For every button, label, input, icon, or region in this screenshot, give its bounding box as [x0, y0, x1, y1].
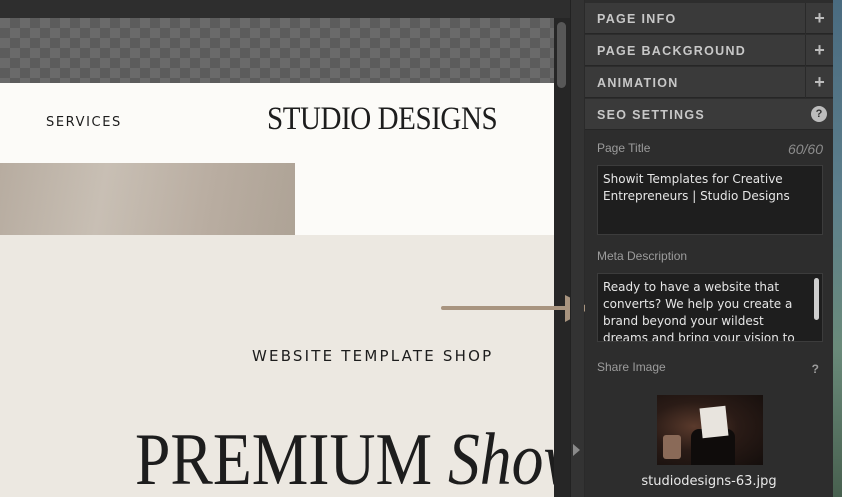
- section-page-info[interactable]: PAGE INFO +: [585, 3, 833, 34]
- share-image-thumbnail[interactable]: [657, 395, 763, 465]
- headline-italic: Show: [447, 419, 554, 497]
- section-page-background[interactable]: PAGE BACKGROUND +: [585, 35, 833, 66]
- transparent-area: [0, 18, 554, 83]
- meta-description-label: Meta Description: [597, 249, 688, 263]
- section-seo-settings[interactable]: SEO SETTINGS ?: [585, 99, 833, 130]
- arrow-annotation-icon: [441, 295, 591, 322]
- expand-plus-icon[interactable]: +: [805, 35, 833, 66]
- site-header[interactable]: SERVICES STUDIO DESIGNS: [0, 83, 554, 163]
- thumb-notebook: [699, 405, 729, 439]
- section-label: SEO SETTINGS: [597, 108, 705, 122]
- collapse-panel-icon[interactable]: [573, 444, 580, 456]
- hero-blank-area: [295, 163, 554, 235]
- thumb-mug: [663, 435, 681, 459]
- section-animation[interactable]: ANIMATION +: [585, 67, 833, 98]
- canvas-preview[interactable]: SERVICES STUDIO DESIGNS WEBSITE TEMPLATE…: [0, 0, 570, 497]
- hero-image[interactable]: [0, 163, 295, 235]
- canvas-scrollbar-thumb[interactable]: [557, 22, 566, 88]
- hero-section[interactable]: WEBSITE TEMPLATE SHOP PREMIUM Show: [0, 235, 554, 497]
- help-icon[interactable]: ?: [811, 106, 827, 122]
- headline-main: PREMIUM: [135, 419, 433, 497]
- share-image-help-icon[interactable]: ?: [812, 362, 819, 376]
- brand-logo-text[interactable]: STUDIO DESIGNS: [267, 101, 498, 138]
- expand-plus-icon[interactable]: +: [805, 3, 833, 34]
- section-label: ANIMATION: [597, 76, 679, 90]
- canvas-scrollbar[interactable]: [554, 18, 570, 497]
- meta-description-input[interactable]: Ready to have a website that converts? W…: [597, 273, 823, 342]
- desktop-edge: [833, 0, 842, 497]
- shop-label[interactable]: WEBSITE TEMPLATE SHOP: [252, 347, 493, 365]
- page-title-value: Showit Templates for Creative Entreprene…: [603, 172, 790, 203]
- section-label: PAGE INFO: [597, 12, 677, 26]
- nav-item-services[interactable]: SERVICES: [46, 115, 122, 130]
- expand-plus-icon[interactable]: +: [805, 67, 833, 98]
- headline[interactable]: PREMIUM Show: [135, 423, 554, 497]
- properties-panel: PAGE INFO + PAGE BACKGROUND + ANIMATION …: [585, 0, 833, 497]
- panel-divider[interactable]: [570, 0, 584, 497]
- canvas-top-strip: [0, 0, 570, 18]
- section-label: PAGE BACKGROUND: [597, 44, 747, 58]
- page-title-input[interactable]: Showit Templates for Creative Entreprene…: [597, 165, 823, 235]
- share-image-filename: studiodesigns-63.jpg: [641, 474, 777, 489]
- meta-description-value: Ready to have a website that converts? W…: [603, 280, 795, 342]
- page-title-label: Page Title: [597, 141, 651, 155]
- share-image-label: Share Image: [597, 360, 666, 374]
- meta-description-scrollbar[interactable]: [814, 278, 819, 320]
- page-title-counter: 60/60: [787, 141, 823, 157]
